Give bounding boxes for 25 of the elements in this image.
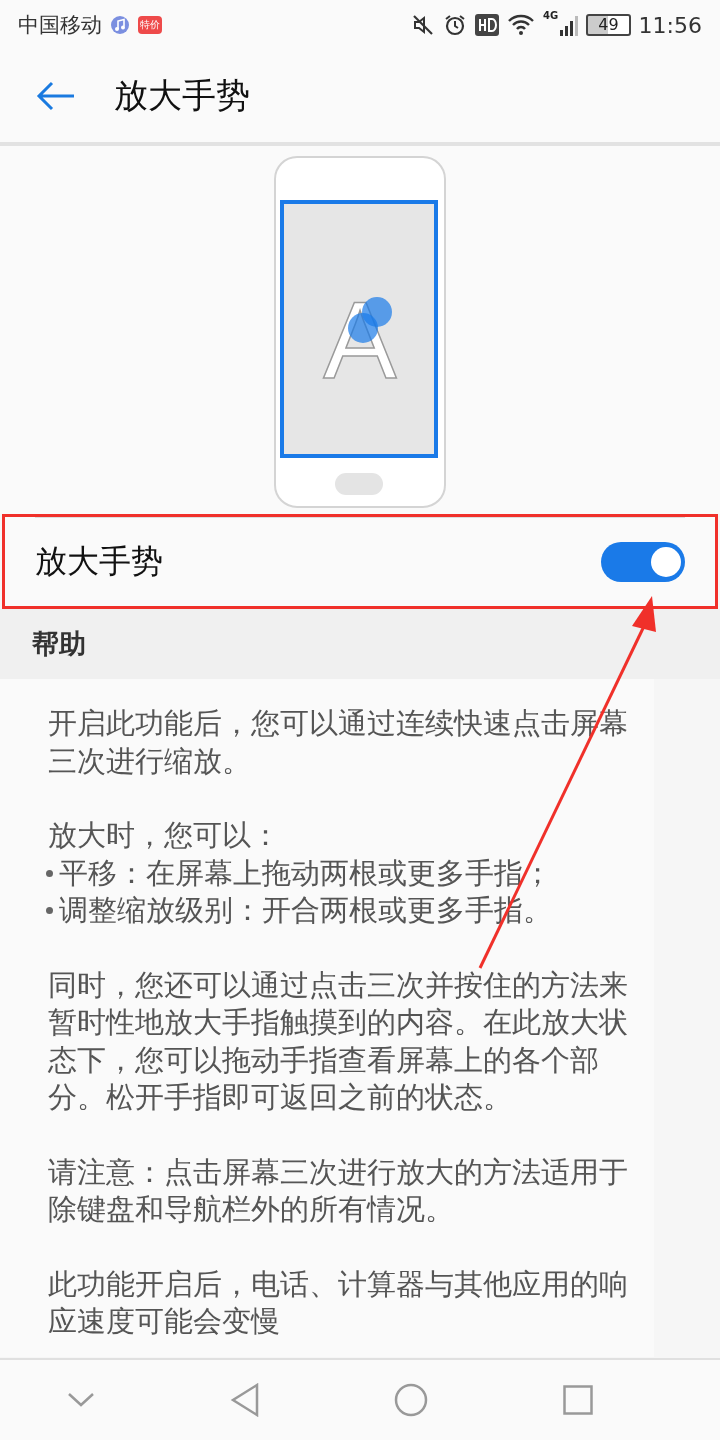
carrier-name: 中国移动: [18, 12, 102, 39]
back-arrow-icon[interactable]: [36, 81, 76, 111]
section-title: 帮助: [32, 627, 86, 661]
chevron-down-icon[interactable]: [67, 1392, 96, 1408]
toggle-switch[interactable]: [601, 542, 685, 582]
help-paragraph: 开启此功能后，您可以通过连续快速点击屏幕三次进行缩放。: [48, 705, 629, 780]
signal-icon: [560, 14, 579, 36]
help-paragraph: 同时，您还可以通过点击三次并按住的方法来暂时性地放大手指触摸到的内容。在此放大状态下，您可以拖动手指查看屏幕上的各个部分。松开手指即可返回之前的状态。: [48, 966, 629, 1116]
help-paragraph: 此功能开启后，电话、计算器与其他应用的响应速度可能会变慢: [48, 1265, 629, 1340]
network-type: 4G: [543, 10, 559, 21]
hd-icon: [475, 14, 500, 36]
help-bullet-item: 平移：在屏幕上拖动两根或更多手指；: [46, 854, 654, 892]
page-title: 放大手势: [114, 74, 250, 117]
recents-icon[interactable]: [562, 1385, 593, 1415]
illustration-letter: A: [323, 278, 397, 401]
home-icon[interactable]: [394, 1383, 429, 1417]
music-app-icon: [110, 15, 130, 35]
battery-level: 49: [586, 14, 631, 36]
help-paragraph: 放大时，您可以：: [48, 817, 281, 854]
shopping-app-icon: 特价: [138, 16, 162, 34]
help-paragraph: 请注意：点击屏幕三次进行放大的方法适用于除键盘和导航栏外的所有情况。: [48, 1153, 629, 1228]
wifi-icon: [507, 14, 536, 36]
setting-label: 放大手势: [35, 541, 163, 582]
back-icon[interactable]: [229, 1383, 260, 1417]
clock-time: 11:56: [638, 12, 702, 38]
